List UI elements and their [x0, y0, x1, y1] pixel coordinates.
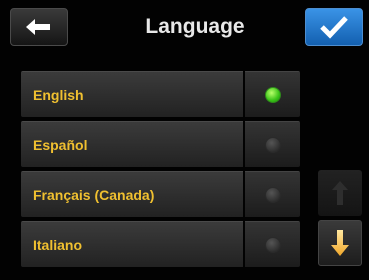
language-label: Français (Canada): [21, 171, 243, 217]
arrow-down-icon: [331, 230, 349, 256]
radio-cell[interactable]: [245, 121, 300, 167]
radio-cell[interactable]: [245, 221, 300, 267]
language-label: English: [21, 71, 243, 117]
radio-indicator: [264, 236, 281, 253]
language-label: Español: [21, 121, 243, 167]
arrow-left-icon: [26, 19, 50, 35]
page-title: Language: [145, 15, 245, 38]
radio-indicator: [264, 136, 281, 153]
arrow-up-icon: [332, 181, 348, 205]
radio-indicator: [264, 186, 281, 203]
language-row-espanol[interactable]: Español: [21, 121, 300, 167]
language-label: Italiano: [21, 221, 243, 267]
radio-cell[interactable]: [245, 71, 300, 117]
back-button[interactable]: [10, 8, 68, 46]
language-row-francais[interactable]: Français (Canada): [21, 171, 300, 217]
scroll-up-button[interactable]: [318, 170, 362, 216]
language-screen: Language English Español Français (Canad…: [0, 0, 369, 280]
language-row-italiano[interactable]: Italiano: [21, 221, 300, 267]
language-row-english[interactable]: English: [21, 71, 300, 117]
radio-selected-indicator: [264, 86, 281, 103]
radio-cell[interactable]: [245, 171, 300, 217]
language-list: English Español Français (Canada) Italia…: [21, 71, 300, 271]
scroll-down-button[interactable]: [318, 220, 362, 266]
confirm-button[interactable]: [305, 8, 363, 46]
checkmark-icon: [320, 16, 348, 39]
